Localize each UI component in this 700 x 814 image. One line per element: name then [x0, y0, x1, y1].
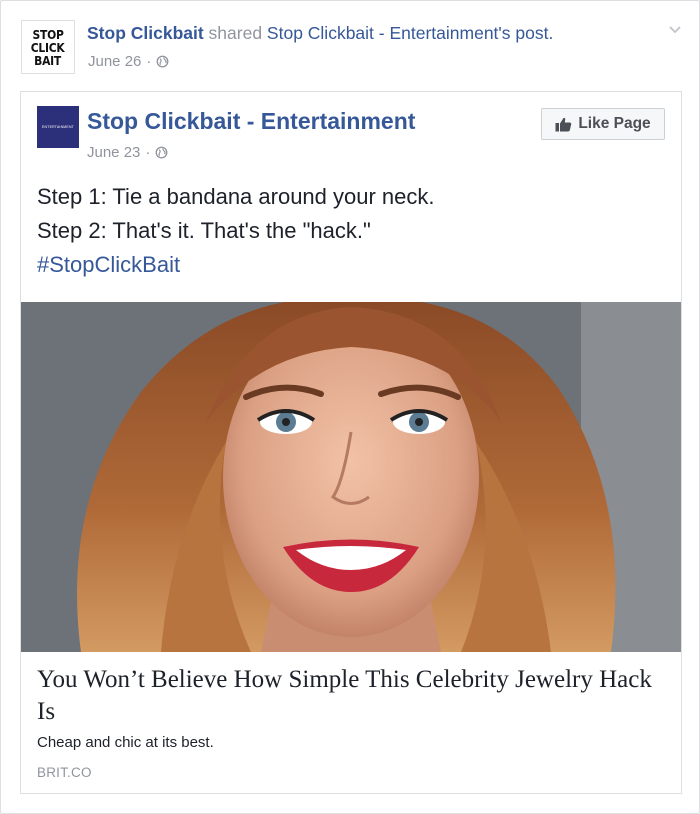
post-date-row: June 23 ·	[87, 144, 168, 161]
post-line: Step 1: Tie a bandana around your neck.	[37, 184, 435, 209]
share-verb: shared	[203, 23, 267, 43]
post-body: Step 1: Tie a bandana around your neck. …	[37, 180, 435, 282]
link-preview-photo[interactable]	[21, 302, 681, 652]
like-page-label: Like Page	[578, 115, 651, 132]
share-header-line: Stop Clickbait shared Stop Clickbait - E…	[87, 23, 553, 44]
globe-icon[interactable]	[155, 146, 168, 159]
dot-separator: ·	[146, 53, 152, 70]
target-page-link[interactable]: Stop Clickbait - Entertainment	[267, 23, 499, 43]
chevron-down-icon[interactable]	[667, 21, 683, 37]
stop-clickbait-avatar[interactable]: STOP CLICK BAIT	[21, 20, 75, 74]
avatar-text: ENTERTAINMENT	[41, 125, 75, 129]
entertainment-avatar[interactable]: ENTERTAINMENT	[37, 106, 79, 148]
share-date-row: June 26 ·	[88, 53, 169, 70]
link-description: Cheap and chic at its best.	[37, 734, 214, 751]
like-page-button[interactable]: Like Page	[541, 108, 665, 140]
original-post-card: ENTERTAINMENT Stop Clickbait - Entertain…	[20, 91, 682, 794]
post-date[interactable]: June 23	[87, 144, 140, 161]
page-name-link[interactable]: Stop Clickbait - Entertainment	[87, 108, 415, 135]
hashtag-link[interactable]: #StopClickBait	[37, 248, 435, 282]
thumbs-up-icon	[555, 117, 572, 131]
post-line: Step 2: That's it. That's the "hack."	[37, 218, 371, 243]
share-date[interactable]: June 26	[88, 53, 141, 70]
celebrity-portrait-image	[21, 302, 681, 652]
post-link-suffix[interactable]: 's post.	[498, 23, 553, 43]
link-title[interactable]: You Won’t Believe How Simple This Celebr…	[37, 664, 657, 728]
dot-separator: ·	[145, 144, 151, 161]
link-domain: BRIT.CO	[37, 765, 92, 780]
shared-post-card: STOP CLICK BAIT Stop Clickbait shared St…	[0, 0, 700, 814]
actor-link[interactable]: Stop Clickbait	[87, 23, 204, 43]
avatar-line: BAIT	[34, 52, 62, 68]
globe-icon[interactable]	[156, 55, 169, 68]
